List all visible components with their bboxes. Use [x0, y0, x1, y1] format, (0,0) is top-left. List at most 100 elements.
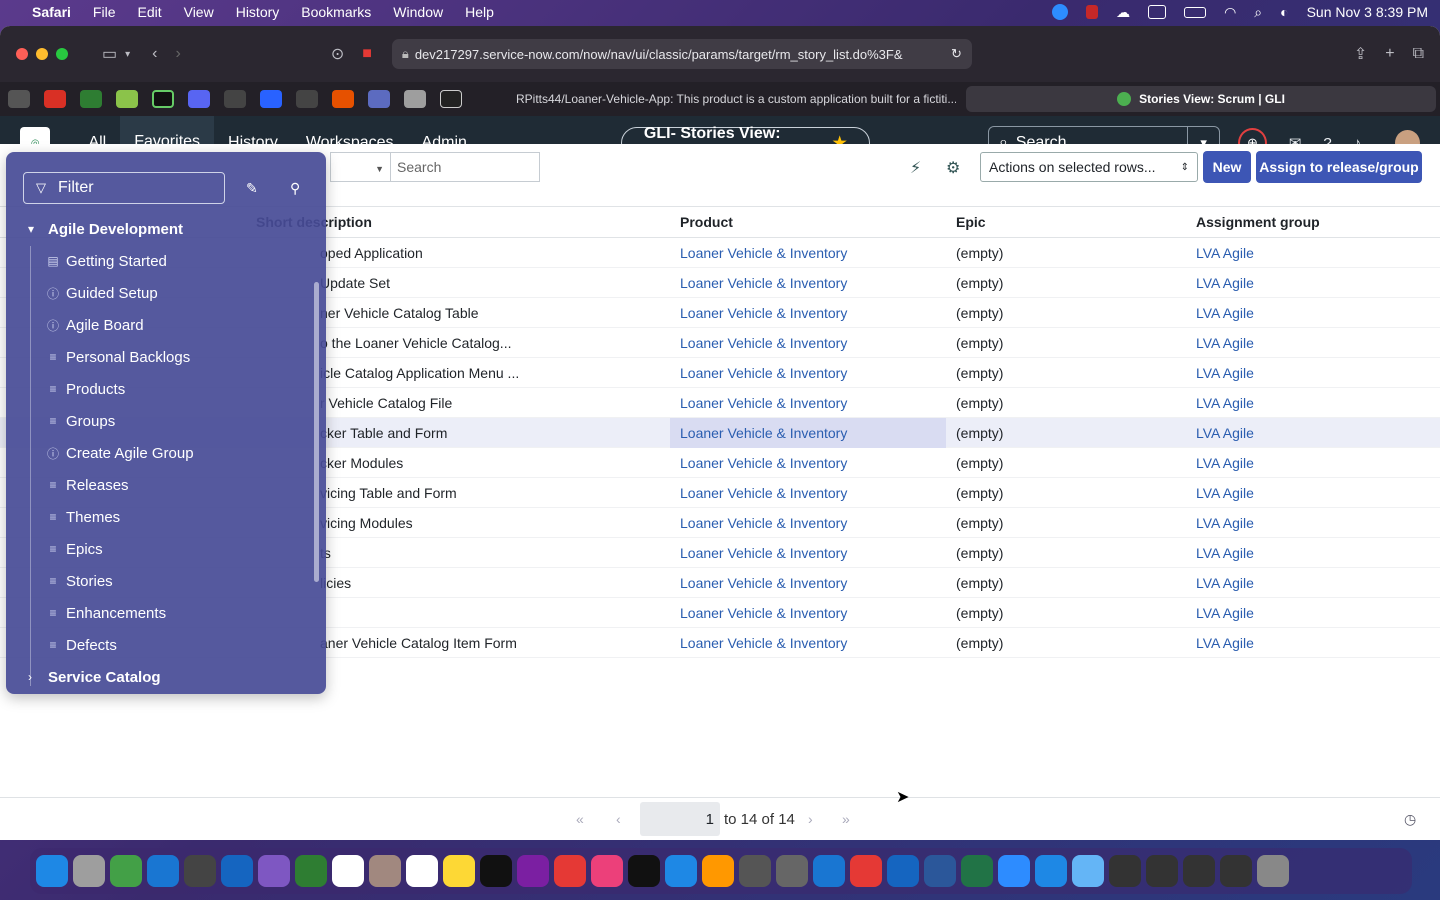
dock-notion-icon[interactable]: [628, 855, 660, 887]
dock-window-3-icon[interactable]: [1183, 855, 1215, 887]
menu-group-service-catalog[interactable]: › Service Catalog: [6, 661, 316, 693]
cell-product-link[interactable]: Loaner Vehicle & Inventory: [670, 575, 946, 591]
menu-view[interactable]: View: [184, 4, 214, 20]
share-icon[interactable]: ⇪: [1354, 44, 1367, 64]
zoom-status-icon[interactable]: [1052, 4, 1069, 20]
next-page-icon[interactable]: ›: [808, 811, 813, 827]
menu-group-agile-development[interactable]: ▾ Agile Development: [6, 213, 316, 245]
dock-contacts-icon[interactable]: [369, 855, 401, 887]
cell-product-link[interactable]: Loaner Vehicle & Inventory: [670, 245, 946, 261]
dock-calendar-icon[interactable]: [332, 855, 364, 887]
menu-app-name[interactable]: Safari: [32, 4, 71, 20]
sidebar-item-themes[interactable]: ≡ Themes: [46, 501, 120, 533]
cell-product-link[interactable]: Loaner Vehicle & Inventory: [670, 417, 946, 448]
spotlight-search-icon[interactable]: ⌕: [1254, 4, 1262, 21]
menu-file[interactable]: File: [93, 4, 116, 20]
dock-excel-icon[interactable]: [961, 855, 993, 887]
dock-zoom-icon[interactable]: [998, 855, 1030, 887]
cell-assignment-group-link[interactable]: LVA Agile: [1196, 335, 1254, 351]
dock-finder-icon[interactable]: [36, 855, 68, 887]
cell-product-link[interactable]: Loaner Vehicle & Inventory: [670, 515, 946, 531]
sidebar-item-stories[interactable]: ≡ Stories: [46, 565, 112, 597]
cell-product-link[interactable]: Loaner Vehicle & Inventory: [670, 335, 946, 351]
activity-icon[interactable]: ⚡︎: [910, 158, 921, 178]
dock-outlook-icon[interactable]: [887, 855, 919, 887]
dock-system-settings-icon[interactable]: [739, 855, 771, 887]
dock-vscode-icon[interactable]: [813, 855, 845, 887]
dock-messages-icon[interactable]: [110, 855, 142, 887]
tab-overview-icon[interactable]: ⧉: [1413, 45, 1424, 63]
dock-reminders-icon[interactable]: [406, 855, 438, 887]
assign-release-button[interactable]: Assign to release/group: [1256, 151, 1422, 183]
cell-assignment-group-link[interactable]: LVA Agile: [1196, 305, 1254, 321]
cell-assignment-group-link[interactable]: LVA Agile: [1196, 275, 1254, 291]
cell-product-link[interactable]: Loaner Vehicle & Inventory: [670, 635, 946, 651]
previous-page-icon[interactable]: ‹: [616, 811, 621, 827]
sidebar-chevron-icon[interactable]: ▾: [125, 49, 130, 60]
actions-select[interactable]: Actions on selected rows... ⇕: [980, 152, 1198, 182]
battery-icon[interactable]: [1184, 6, 1207, 18]
cell-assignment-group-link[interactable]: LVA Agile: [1196, 425, 1254, 441]
dock-maps-icon[interactable]: [221, 855, 253, 887]
screen-mirror-icon[interactable]: [1148, 5, 1167, 19]
cloud-icon[interactable]: ☁: [1116, 4, 1130, 21]
cell-assignment-group-link[interactable]: LVA Agile: [1196, 575, 1254, 591]
sidebar-item-agile-board[interactable]: ⓘ Agile Board: [46, 309, 144, 341]
sidebar-item-products[interactable]: ≡ Products: [46, 373, 125, 405]
cell-assignment-group-link[interactable]: LVA Agile: [1196, 245, 1254, 261]
favorite-github-icon[interactable]: [440, 90, 462, 108]
cell-assignment-group-link[interactable]: LVA Agile: [1196, 605, 1254, 621]
dock-music-icon[interactable]: [591, 855, 623, 887]
sidebar-item-enhancements[interactable]: ≡ Enhancements: [46, 597, 166, 629]
column-assignment-group[interactable]: Assignment group: [1196, 214, 1320, 230]
reload-icon[interactable]: ↻: [951, 46, 962, 62]
pin-icon[interactable]: ⚲: [290, 180, 300, 197]
dock-notes-icon[interactable]: [443, 855, 475, 887]
menu-help[interactable]: Help: [465, 4, 494, 20]
zoom-window-button[interactable]: [56, 48, 68, 60]
wifi-icon[interactable]: ◠: [1224, 4, 1236, 21]
favorite-green-icon[interactable]: [80, 90, 102, 108]
dock-photos-icon[interactable]: [702, 855, 734, 887]
tab-github[interactable]: RPitts44/Loaner-Vehicle-App: This produc…: [496, 86, 956, 112]
dock-launchpad-icon[interactable]: [73, 855, 105, 887]
extension-icon[interactable]: ■: [362, 45, 372, 63]
dock-news-icon[interactable]: [554, 855, 586, 887]
favorite-ball-icon[interactable]: [404, 90, 426, 108]
cell-product-link[interactable]: Loaner Vehicle & Inventory: [670, 455, 946, 471]
favorite-servicenow-2-icon[interactable]: [224, 90, 246, 108]
cell-assignment-group-link[interactable]: LVA Agile: [1196, 635, 1254, 651]
control-center-icon[interactable]: ◐: [1280, 4, 1288, 20]
dock-safari-icon[interactable]: [1035, 855, 1067, 887]
sidebar-item-create-agile-group[interactable]: ⓘ Create Agile Group: [46, 437, 194, 469]
favorite-sheet-icon[interactable]: [116, 90, 138, 108]
list-search-input[interactable]: Search: [390, 152, 540, 182]
tab-stories-view[interactable]: Stories View: Scrum | GLI: [966, 86, 1436, 112]
dock-window-2-icon[interactable]: [1146, 855, 1178, 887]
page-number-input[interactable]: 1: [640, 802, 720, 836]
cell-product-link[interactable]: Loaner Vehicle & Inventory: [670, 365, 946, 381]
sidebar-scrollbar[interactable]: [314, 282, 319, 582]
cell-product-link[interactable]: Loaner Vehicle & Inventory: [670, 395, 946, 411]
favorite-servicenow-3-icon[interactable]: [296, 90, 318, 108]
column-epic[interactable]: Epic: [956, 214, 1196, 230]
dock-vector-icon[interactable]: [258, 855, 290, 887]
address-bar[interactable]: 🔒︎ dev217297.service-now.com/now/nav/ui/…: [391, 39, 972, 69]
dock-apple-tv-icon[interactable]: [480, 855, 512, 887]
sidebar-item-releases[interactable]: ≡ Releases: [46, 469, 128, 501]
cell-product-link[interactable]: Loaner Vehicle & Inventory: [670, 275, 946, 291]
dock-window-4-icon[interactable]: [1220, 855, 1252, 887]
back-icon[interactable]: ‹: [152, 45, 157, 63]
last-page-icon[interactable]: »: [842, 811, 850, 827]
sidebar-item-getting-started[interactable]: ▤ Getting Started: [46, 245, 167, 277]
cell-product-link[interactable]: Loaner Vehicle & Inventory: [670, 305, 946, 321]
cell-assignment-group-link[interactable]: LVA Agile: [1196, 455, 1254, 471]
favorite-w-icon[interactable]: [8, 90, 30, 108]
edit-icon[interactable]: ✎: [246, 180, 258, 197]
sidebar-item-epics[interactable]: ≡ Epics: [46, 533, 102, 565]
favorite-notes-icon[interactable]: [368, 90, 390, 108]
first-page-icon[interactable]: «: [576, 811, 584, 827]
favorite-servicenow-icon[interactable]: [152, 90, 174, 108]
sidebar-item-defects[interactable]: ≡ Defects: [46, 629, 116, 661]
dock-word-icon[interactable]: [924, 855, 956, 887]
